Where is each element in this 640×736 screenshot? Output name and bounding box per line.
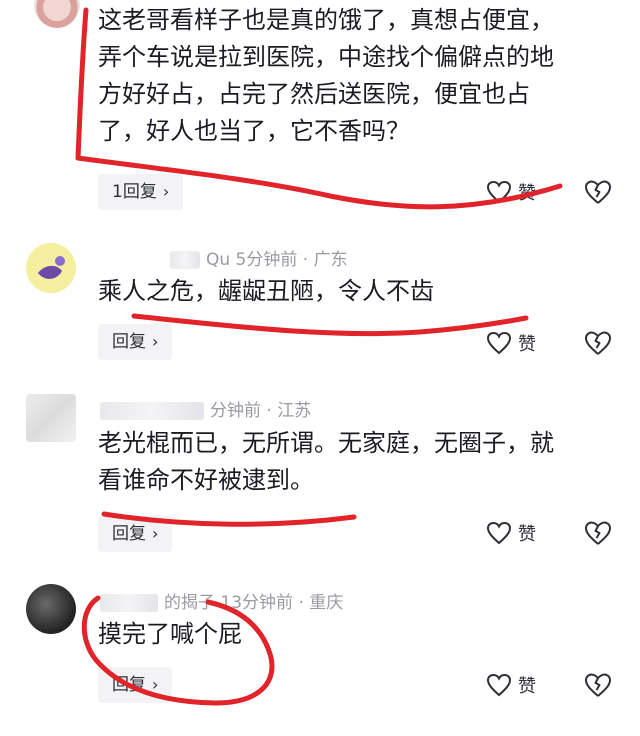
- comment-text: 摸完了喊个屁: [98, 616, 618, 653]
- comment-text-line: 乘人之危，龌龊丑陋，令人不齿: [98, 277, 434, 305]
- like-button[interactable]: 赞: [486, 328, 536, 358]
- broken-heart-icon[interactable]: [584, 519, 612, 547]
- reply-label: 1回复: [112, 182, 157, 202]
- reply-button[interactable]: 回复 ›: [98, 324, 173, 360]
- comment-text: 老光棍而已，无所谓。无家庭，无圈子，就 看谁命不好被逮到。: [98, 425, 618, 499]
- heart-icon: [486, 673, 512, 697]
- reply-label: 回复: [112, 675, 146, 695]
- comment-text-line: 老光棍而已，无所谓。无家庭，无圈子，就: [98, 429, 554, 457]
- comment-text-line: 这老哥看样子也是真的饿了，真想占便宜，: [98, 6, 554, 34]
- like-label: 赞: [518, 183, 536, 204]
- like-label: 赞: [518, 334, 536, 355]
- avatar[interactable]: [26, 243, 76, 293]
- like-label: 赞: [518, 524, 536, 545]
- marker-underline-2: [131, 313, 529, 337]
- heart-icon: [486, 331, 512, 355]
- chevron-right-icon: ›: [152, 524, 159, 543]
- comment-meta: 的揭子 13分钟前 · 重庆: [100, 588, 343, 613]
- avatar-image: [38, 256, 65, 279]
- comment-text-line: 摸完了喊个屁: [98, 620, 242, 648]
- avatar[interactable]: [34, 0, 80, 28]
- comment-text-line: 弄个车说是拉到医院，中途找个偏僻点的地: [98, 43, 554, 71]
- comment-meta: Qu 5分钟前 · 广东: [170, 245, 348, 270]
- reply-button[interactable]: 回复 ›: [98, 516, 173, 552]
- heart-icon: [486, 180, 512, 204]
- comment-text-line: 了，好人也当了，它不香吗？: [98, 117, 410, 145]
- like-button[interactable]: 赞: [486, 177, 536, 207]
- reply-label: 回复: [112, 524, 146, 544]
- like-label: 赞: [518, 676, 536, 697]
- reply-button[interactable]: 1回复 ›: [98, 174, 184, 210]
- comment-text: 乘人之危，龌龊丑陋，令人不齿: [98, 273, 618, 310]
- chevron-right-icon: ›: [152, 675, 159, 694]
- meta-text: 分钟前 · 江苏: [210, 401, 312, 421]
- chevron-right-icon: ›: [152, 332, 159, 351]
- broken-heart-icon[interactable]: [584, 671, 612, 699]
- comment-text-line: 看谁命不好被逮到。: [98, 466, 314, 494]
- avatar[interactable]: [26, 394, 76, 442]
- comment-text: 这老哥看样子也是真的饿了，真想占便宜， 弄个车说是拉到医院，中途找个偏僻点的地 …: [98, 2, 618, 150]
- like-button[interactable]: 赞: [486, 670, 536, 700]
- reply-button[interactable]: 回复 ›: [98, 667, 173, 703]
- comment-meta: 分钟前 · 江苏: [100, 396, 311, 421]
- heart-icon: [486, 521, 512, 545]
- avatar[interactable]: [26, 584, 76, 634]
- like-button[interactable]: 赞: [486, 518, 536, 548]
- broken-heart-icon[interactable]: [584, 329, 612, 357]
- meta-text: Qu 5分钟前 · 广东: [206, 250, 348, 270]
- chevron-right-icon: ›: [162, 182, 170, 201]
- reply-label: 回复: [112, 332, 146, 352]
- meta-text: 的揭子 13分钟前 · 重庆: [164, 593, 344, 613]
- broken-heart-icon[interactable]: [584, 178, 612, 206]
- comment-text-line: 方好好占，占完了然后送医院，便宜也占: [98, 80, 530, 108]
